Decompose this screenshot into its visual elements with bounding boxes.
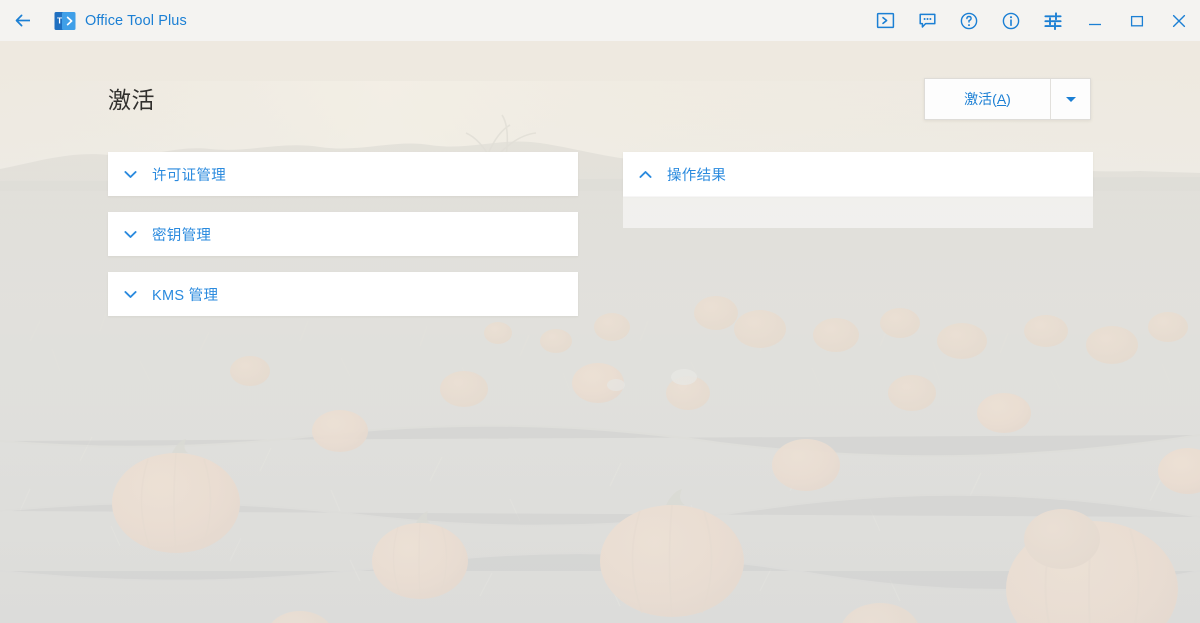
panel-header-kms-management[interactable]: KMS 管理	[108, 272, 578, 316]
chat-bubble-icon	[918, 13, 936, 28]
panel-title-operation-result: 操作结果	[667, 167, 727, 184]
svg-text:T: T	[57, 15, 63, 25]
page-content: 激活 激活(A) 许可证管理 密钥管理 KMS 管理 操作结果	[0, 41, 1200, 623]
panel-header-license-management[interactable]: 许可证管理	[108, 152, 578, 196]
console-button[interactable]	[864, 0, 906, 41]
panel-header-key-management[interactable]: 密钥管理	[108, 212, 578, 256]
back-button[interactable]	[0, 0, 46, 41]
left-panel-column: 许可证管理 密钥管理 KMS 管理	[108, 152, 578, 332]
activate-button[interactable]: 激活(A)	[925, 79, 1051, 119]
panel-kms-management: KMS 管理	[108, 272, 578, 316]
caret-down-icon	[1065, 96, 1076, 102]
app-title: Office Tool Plus	[85, 12, 187, 29]
app-window: T Office Tool Plus 激活 激活(A) 许可证管理 密钥管理…	[0, 0, 1200, 623]
panel-title-key-management: 密钥管理	[152, 227, 212, 244]
activate-accel-key: A	[996, 91, 1007, 107]
info-circle-icon	[1002, 12, 1020, 29]
about-button[interactable]	[990, 0, 1032, 41]
sliders-icon	[1044, 11, 1062, 30]
right-panel-column: 操作结果	[623, 152, 1093, 244]
question-circle-icon	[960, 12, 978, 29]
chevron-down-icon	[108, 230, 152, 239]
panel-title-kms-management: KMS 管理	[152, 287, 219, 304]
console-chevron-icon	[876, 12, 894, 29]
activate-label-suffix: )	[1006, 91, 1011, 107]
panel-operation-result: 操作结果	[623, 152, 1093, 228]
minimize-button[interactable]	[1074, 0, 1116, 41]
help-button[interactable]	[948, 0, 990, 41]
title-bar[interactable]: T Office Tool Plus	[0, 0, 1200, 41]
activate-label-prefix: 激活(	[964, 91, 997, 107]
chevron-down-icon	[108, 290, 152, 299]
close-button[interactable]	[1158, 0, 1200, 41]
minimize-icon	[1089, 23, 1101, 25]
panel-body-operation-result	[623, 196, 1093, 228]
panel-title-license-management: 许可证管理	[152, 167, 226, 184]
chevron-up-icon	[623, 170, 667, 179]
close-icon	[1172, 14, 1186, 27]
maximize-button[interactable]	[1116, 0, 1158, 41]
office-tool-plus-logo: T	[54, 10, 76, 32]
feedback-button[interactable]	[906, 0, 948, 41]
panel-header-operation-result[interactable]: 操作结果	[623, 152, 1093, 196]
panel-license-management: 许可证管理	[108, 152, 578, 196]
activate-dropdown-button[interactable]	[1051, 79, 1090, 119]
chevron-down-icon	[108, 170, 152, 179]
arrow-left-icon	[15, 14, 30, 27]
activate-split-button: 激活(A)	[924, 78, 1091, 120]
app-brand: T Office Tool Plus	[54, 10, 187, 32]
panel-key-management: 密钥管理	[108, 212, 578, 256]
settings-button[interactable]	[1032, 0, 1074, 41]
page-title: 激活	[108, 87, 155, 113]
maximize-icon	[1130, 15, 1144, 26]
window-actions	[864, 0, 1200, 41]
